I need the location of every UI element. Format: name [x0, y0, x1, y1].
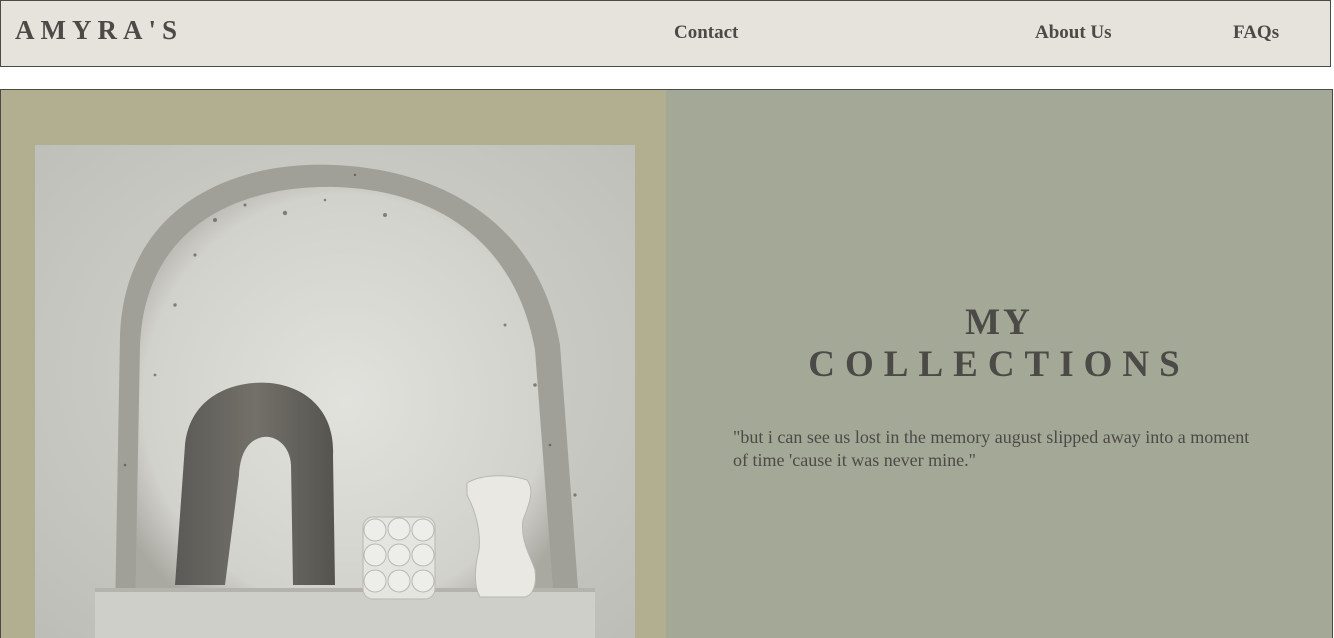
collection-quote: "but i can see us lost in the memory aug…: [733, 427, 1250, 470]
collections-heading: MY COLLECTIONS: [666, 302, 1332, 386]
nav-about-us[interactable]: About Us: [1035, 22, 1112, 44]
hero-section: MY COLLECTIONS "but i can see us lost in…: [0, 89, 1333, 638]
site-logo[interactable]: AMYRA'S: [15, 15, 183, 46]
collection-photo: [35, 145, 635, 638]
heading-line-1: MY: [965, 302, 1033, 343]
hero-image-panel: [1, 90, 666, 638]
hero-text-panel: MY COLLECTIONS "but i can see us lost in…: [666, 90, 1332, 638]
nav-contact[interactable]: Contact: [674, 22, 738, 44]
heading-line-2: COLLECTIONS: [808, 344, 1190, 385]
site-header: AMYRA'S Contact About Us FAQs: [0, 0, 1331, 67]
nav-faqs[interactable]: FAQs: [1233, 22, 1279, 44]
